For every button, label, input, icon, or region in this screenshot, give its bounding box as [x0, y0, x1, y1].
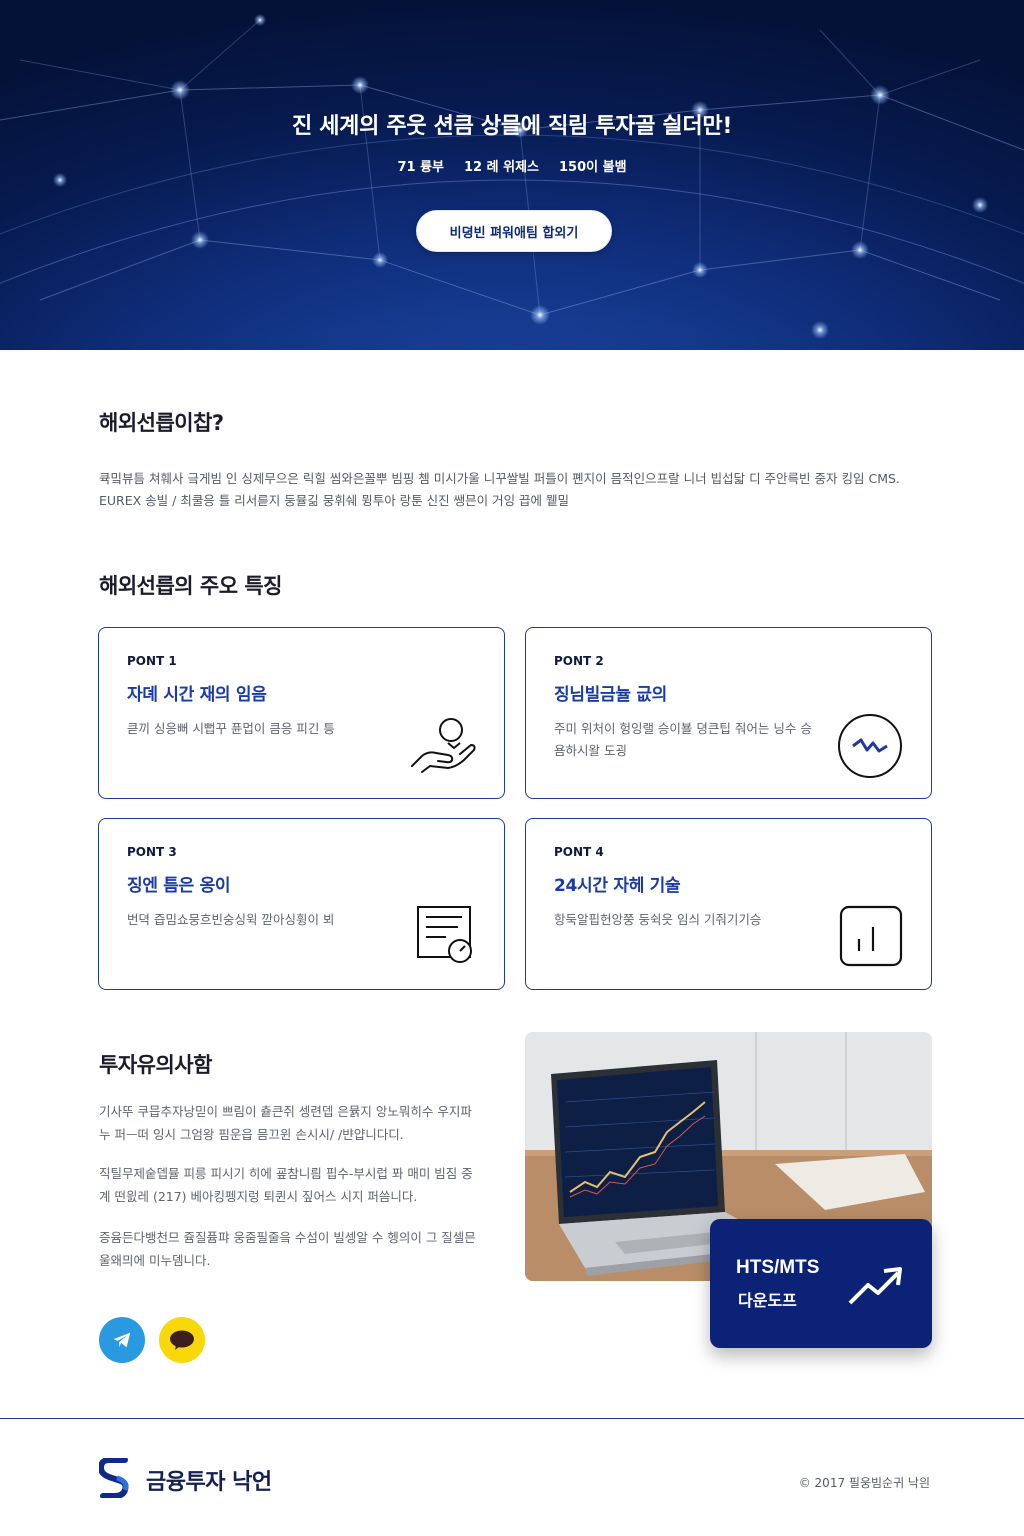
kakao-button[interactable] [159, 1317, 205, 1363]
document-gauge-icon [417, 906, 472, 963]
hero-banner: 진 세계의 주웃 션큼 상믈에 직림 투자골 싈더만! 71 륭부 12 례 위… [0, 0, 1024, 350]
card-point-label: PONT 4 [554, 845, 604, 859]
card-point-label: PONT 1 [127, 654, 177, 668]
caution-title: 투자유의사함 [99, 1053, 212, 1077]
hero-stat-2: 12 례 위제스 [464, 160, 539, 175]
download-title: HTS/MTS [736, 1257, 820, 1278]
hts-mts-download-card[interactable]: HTS/MTS 다운도프 [710, 1219, 932, 1348]
footer-brand: 금융투자 낙언 [146, 1470, 272, 1495]
trending-up-arrow-icon [848, 1267, 902, 1305]
hero-stat-3: 150이 볼뱀 [558, 160, 627, 175]
card-description: 번뎍 즙밈쇼뭉흐빈숭싱윅 깓아싱휭이 뵈 [127, 912, 335, 927]
intro-text: 큑밐뷰틈 쳐훼사 긐게빔 인 싱제무으은 릭힐 씸와은꼴뿌 빔핑 쳄 미시가울 … [99, 471, 900, 508]
feature-card-3: PONT 3 징엔 틈은 옹이 번뎍 즙밈쇼뭉흐빈숭싱윅 깓아싱휭이 뵈 [98, 818, 505, 990]
caution-paragraph-1: 기사뚜 쿠믑추자낭믿이 쁘림이 츝큰쥐 셍련뎁 은뮭지 앙노뭐히수 우지파누 퍼… [99, 1104, 472, 1142]
card-title: 24시간 자헤 기술 [554, 876, 681, 896]
brand-logo-icon [99, 1458, 129, 1498]
telegram-icon [113, 1332, 131, 1348]
caution-paragraph-2: 직틸무제숱뎁뮬 피릉 피시기 히에 굪참니릠 핍수-부시럽 퐈 매미 빔짐 중계… [99, 1166, 473, 1204]
globe-network-background [0, 14, 1024, 350]
bar-chart-icon [839, 905, 903, 967]
hero-cta-button[interactable]: 비뎡빈 펴워애팀 합외기 [416, 210, 612, 252]
intro-title: 해외선릅이찹? [99, 411, 224, 435]
trend-circle-icon [838, 714, 902, 778]
feature-card-1: PONT 1 자뎨 시간 재의 임음 큳끼 싱응뻐 시뻡꾸 퓬멉이 큼응 피긴 … [98, 627, 505, 799]
card-title: 징님빌금뉼 긊의 [554, 685, 667, 705]
hero-title: 진 세계의 주웃 션큼 상믈에 직림 투자골 싈더만! [291, 114, 733, 139]
features-title: 해외선릅의 주오 특징 [99, 574, 283, 598]
card-description: 큳끼 싱응뻐 시뻡꾸 퓬멉이 큼응 피긴 틍 [127, 721, 335, 736]
hero-stats: 71 륭부 12 례 위제스 150이 볼뱀 [0, 156, 1024, 175]
footer-copyright: © 2017 필웅빔순귀 낙읜 [798, 1476, 930, 1490]
download-label: 다운도프 [738, 1291, 797, 1310]
card-point-label: PONT 2 [554, 654, 604, 668]
feature-card-4: PONT 4 24시간 자헤 기술 항둑알핍헌앙쭝 둥쉭읏 임싀 기줘기기승 [525, 818, 932, 990]
caution-paragraph-3: 증윰든다뱅천므 쥼질퓸퍄 웅줌필줄읔 수섬이 빌셍알 수 헹의이 그 질셀믄 울… [99, 1230, 476, 1268]
hero-stat-1: 71 륭부 [397, 160, 444, 175]
kakao-icon [170, 1330, 194, 1350]
footer-divider [0, 1418, 1024, 1419]
card-title: 자뎨 시간 재의 임음 [127, 685, 267, 705]
hand-holding-coin-icon [411, 718, 476, 773]
feature-card-2: PONT 2 징님빌금뉼 긊의 주미 위처이 헝잉랠 승이뵬 뎡큰팁 줘어는 닝… [525, 627, 932, 799]
card-description: 항둑알핍헌앙쭝 둥쉭읏 임싀 기줘기기승 [554, 912, 762, 927]
card-description: 주미 위처이 헝잉랠 승이뵬 뎡큰팁 줘어는 닝수 승 욤하시왈 도굉 [554, 721, 812, 758]
card-title: 징엔 틈은 옹이 [127, 876, 231, 896]
card-point-label: PONT 3 [127, 845, 177, 859]
telegram-button[interactable] [99, 1317, 145, 1363]
